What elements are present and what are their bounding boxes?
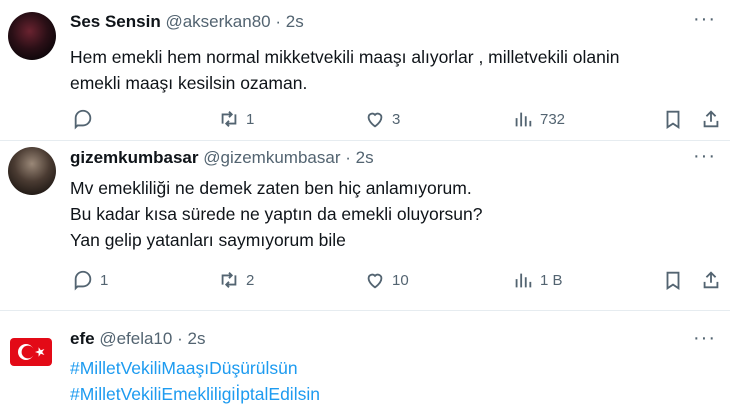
repost-count: 1	[246, 110, 255, 128]
views-button[interactable]: 732	[512, 108, 565, 130]
tweet-line: Yan gelip yatanları saymıyorum bile	[70, 230, 346, 250]
timestamp[interactable]: 2s	[356, 148, 374, 167]
repost-icon	[221, 111, 237, 127]
tweet-header: Ses Sensin @akserkan80 · 2s	[70, 12, 304, 32]
tweet-header: gizemkumbasar @gizemkumbasar · 2s	[70, 148, 374, 168]
user-handle[interactable]: @gizemkumbasar	[203, 148, 340, 167]
share-icon	[703, 110, 719, 128]
tweet-text: Hem emekli hem normal mikketvekili maaşı…	[70, 44, 619, 96]
bookmark-button[interactable]	[662, 269, 684, 291]
hashtag-link[interactable]: #MilletVekiliMaaşıDüşürülsün	[70, 355, 320, 381]
tweet-text: #MilletVekiliMaaşıDüşürülsün #MilletVeki…	[70, 355, 320, 407]
avatar-turkish-flag[interactable]	[10, 338, 52, 366]
like-button[interactable]: 10	[364, 269, 409, 291]
more-options-icon[interactable]: ···	[693, 145, 716, 168]
share-button[interactable]	[700, 269, 722, 291]
repost-icon	[221, 272, 237, 288]
bookmark-button[interactable]	[662, 108, 684, 130]
display-name[interactable]: efe	[70, 329, 95, 348]
tweet-1[interactable]: Ses Sensin @akserkan80 · 2s ··· Hem emek…	[0, 0, 730, 140]
reply-button[interactable]	[72, 108, 100, 130]
display-name[interactable]: Ses Sensin	[70, 12, 161, 31]
separator-dot: ·	[275, 12, 282, 31]
more-options-icon[interactable]: ···	[693, 8, 716, 31]
reply-icon	[74, 109, 92, 130]
crescent-star-icon	[18, 344, 45, 360]
avatar[interactable]	[8, 147, 56, 195]
bookmark-icon	[666, 271, 680, 290]
reply-count: 1	[100, 271, 109, 289]
reply-button[interactable]: 1	[72, 269, 108, 291]
like-button[interactable]: 3	[364, 108, 400, 130]
display-name[interactable]: gizemkumbasar	[70, 148, 199, 167]
views-button[interactable]: 1 B	[512, 269, 563, 291]
tweet-text: Mv emekliliği ne demek zaten ben hiç anl…	[70, 175, 482, 253]
views-count: 732	[540, 110, 566, 128]
action-bar: 1 3 732	[70, 108, 720, 132]
tweet-line: Mv emekliliği ne demek zaten ben hiç anl…	[70, 178, 472, 198]
timestamp[interactable]: 2s	[286, 12, 304, 31]
user-handle[interactable]: @efela10	[99, 329, 172, 348]
heart-icon	[367, 273, 383, 289]
tweet-3[interactable]: efe @efela10 · 2s ··· #MilletVekiliMaaşı…	[0, 311, 730, 420]
tweet-2[interactable]: gizemkumbasar @gizemkumbasar · 2s ··· Mv…	[0, 141, 730, 311]
views-icon	[515, 273, 532, 288]
more-options-icon[interactable]: ···	[693, 327, 716, 350]
hashtag-link[interactable]: #MilletVekiliEmekliligiİptalEdilsin	[70, 381, 320, 407]
tweet-line: emekli maaşı kesilsin ozaman.	[70, 73, 308, 93]
tweet-header: efe @efela10 · 2s	[70, 329, 205, 349]
share-icon	[703, 271, 719, 289]
timestamp[interactable]: 2s	[187, 329, 205, 348]
views-count: 1 B	[540, 271, 563, 289]
user-handle[interactable]: @akserkan80	[165, 12, 270, 31]
tweet-line: Hem emekli hem normal mikketvekili maaşı…	[70, 47, 620, 67]
separator-dot: ·	[345, 148, 351, 167]
action-bar: 1 2 10 1 B	[70, 269, 720, 293]
views-icon	[515, 112, 532, 127]
reply-icon	[74, 270, 92, 291]
like-count: 3	[392, 110, 401, 128]
repost-button[interactable]: 2	[218, 269, 254, 291]
repost-button[interactable]: 1	[218, 108, 254, 130]
separator-dot: ·	[177, 329, 183, 348]
share-button[interactable]	[700, 108, 722, 130]
heart-icon	[367, 112, 383, 128]
like-count: 10	[392, 271, 409, 289]
avatar[interactable]	[8, 12, 56, 60]
tweet-line: Bu kadar kısa sürede ne yaptın da emekli…	[70, 204, 483, 224]
repost-count: 2	[246, 271, 255, 289]
bookmark-icon	[666, 110, 680, 129]
